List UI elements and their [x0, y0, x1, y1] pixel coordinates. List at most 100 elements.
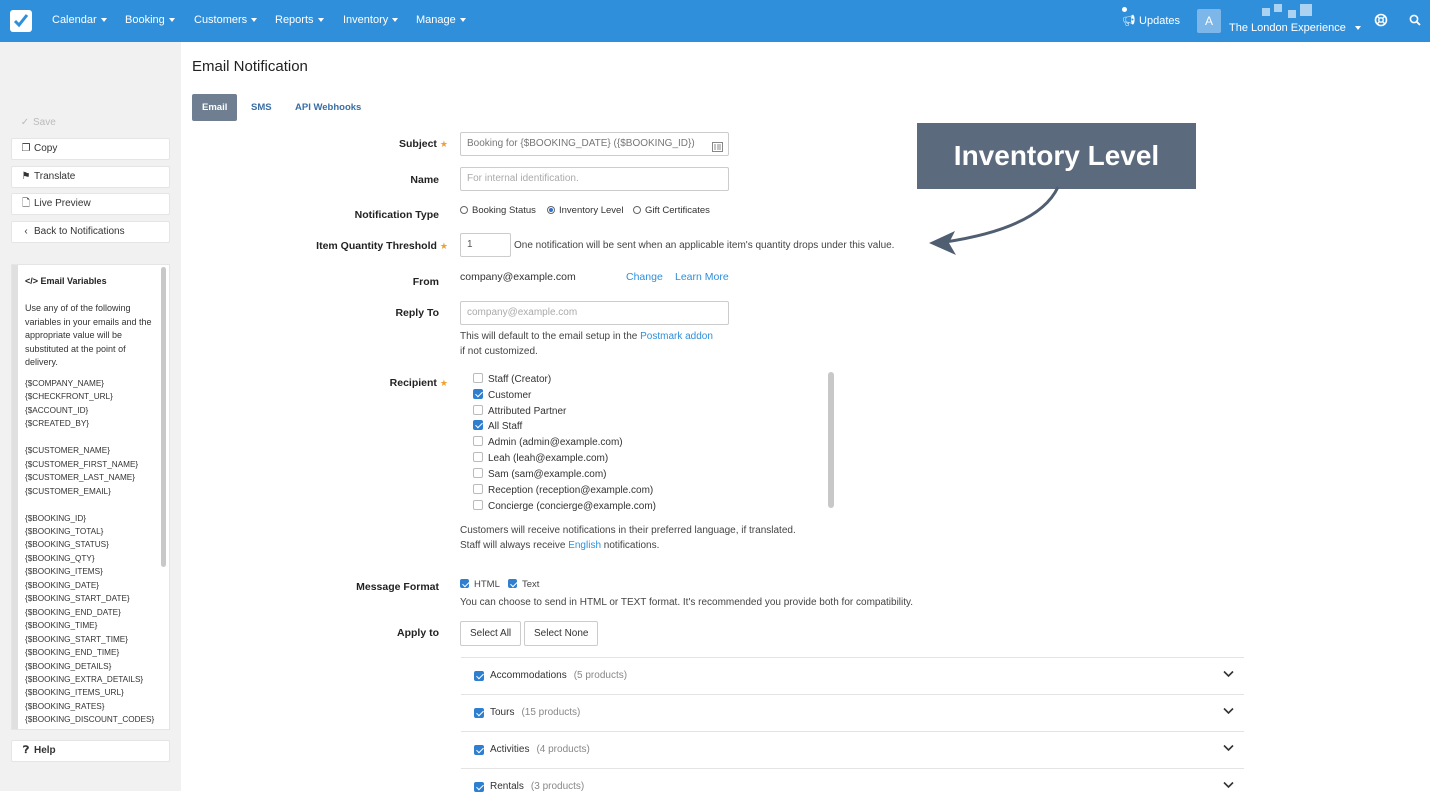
- recipient-staff-creator[interactable]: Staff (Creator): [473, 373, 551, 385]
- nav-reports-label: Reports: [275, 14, 314, 26]
- subject-input[interactable]: Booking for {$BOOKING_DATE} ({$BOOKING_I…: [460, 132, 729, 156]
- checkbox-checked-icon: [460, 579, 469, 588]
- recipient-leah[interactable]: Leah (leah@example.com): [473, 452, 608, 464]
- nav-inventory[interactable]: Inventory: [343, 14, 399, 26]
- required-star-icon: ★: [439, 241, 448, 251]
- chevron-down-icon[interactable]: [1223, 781, 1234, 789]
- learn-more-link[interactable]: Learn More: [675, 271, 729, 283]
- recipient-attributed-partner[interactable]: Attributed Partner: [473, 405, 566, 417]
- translate-button[interactable]: ⚑ Translate: [11, 166, 170, 188]
- radio-selected-icon: [547, 206, 555, 214]
- live-preview-button[interactable]: 🗋︎ Live Preview: [11, 193, 170, 215]
- recipient-sam[interactable]: Sam (sam@example.com): [473, 468, 607, 480]
- chevron-down-icon[interactable]: [1223, 670, 1234, 678]
- format-text-checkbox[interactable]: Text: [508, 579, 539, 590]
- recipient-customer[interactable]: Customer: [473, 389, 531, 401]
- radio-icon: [633, 206, 641, 214]
- from-label: From: [412, 276, 439, 288]
- check-icon: ✓: [20, 117, 30, 128]
- checkfront-logo-icon[interactable]: [10, 10, 32, 32]
- tab-sms[interactable]: SMS: [241, 94, 282, 121]
- code-icon: </>: [25, 276, 39, 286]
- tab-api-webhooks[interactable]: API Webhooks: [285, 94, 371, 121]
- name-input[interactable]: For internal identification.: [460, 167, 729, 191]
- format-html-checkbox[interactable]: HTML: [460, 579, 500, 590]
- notification-type-label: Notification Type: [354, 209, 439, 221]
- category-row-accommodations[interactable]: Accommodations (5 products): [461, 657, 1244, 694]
- email-variables-description: Use any of of the following variables in…: [25, 303, 152, 367]
- search-icon[interactable]: [1409, 14, 1421, 29]
- recipient-label-text: Customer: [488, 390, 532, 401]
- chevron-down-icon[interactable]: [1223, 707, 1234, 715]
- chevron-down-icon: [168, 18, 175, 23]
- back-label: Back to Notifications: [34, 226, 125, 237]
- subject-label-text: Subject: [398, 138, 437, 150]
- account-switcher[interactable]: The London Experience: [1229, 22, 1361, 34]
- help-button[interactable]: ❓︎ Help: [11, 740, 170, 762]
- category-row-rentals[interactable]: Rentals (3 products): [461, 768, 1244, 792]
- language-note-1: Customers will receive notifications in …: [460, 525, 796, 536]
- nav-booking[interactable]: Booking: [125, 14, 175, 26]
- radio-gift-certificates[interactable]: Gift Certificates: [633, 205, 710, 216]
- email-variables-list: {$COMPANY_NAME} {$CHECKFRONT_URL} {$ACCO…: [25, 379, 155, 725]
- copy-button[interactable]: ❐ Copy: [11, 138, 170, 160]
- variables-list-icon[interactable]: [712, 139, 723, 155]
- updates-button[interactable]: 📢︎ Updates: [1122, 7, 1180, 27]
- recipient-label-text: Attributed Partner: [488, 406, 567, 417]
- radio-booking-status-label: Booking Status: [472, 205, 536, 216]
- english-link[interactable]: English: [568, 540, 601, 551]
- checkbox-icon: [473, 405, 483, 415]
- checkbox-icon: [473, 452, 483, 462]
- subject-value: Booking for {$BOOKING_DATE} ({$BOOKING_I…: [467, 138, 695, 149]
- category-name: Tours (15 products): [490, 707, 580, 718]
- back-to-notifications-button[interactable]: ‹ Back to Notifications: [11, 221, 170, 243]
- nav-manage[interactable]: Manage: [416, 14, 466, 26]
- page-title: Email Notification: [192, 58, 308, 75]
- recipient-admin[interactable]: Admin (admin@example.com): [473, 436, 623, 448]
- checkbox-checked-icon[interactable]: [474, 708, 484, 718]
- inventory-level-callout: Inventory Level: [917, 123, 1196, 189]
- select-all-button[interactable]: Select All: [460, 621, 522, 646]
- avatar[interactable]: A: [1197, 9, 1221, 33]
- checkbox-checked-icon[interactable]: [474, 671, 484, 681]
- checkbox-checked-icon[interactable]: [474, 745, 484, 755]
- subject-label: Subject ★: [399, 138, 448, 150]
- category-name: Rentals (3 products): [490, 781, 584, 792]
- nav-reports[interactable]: Reports: [275, 14, 324, 26]
- scrollbar[interactable]: [161, 267, 166, 567]
- nav-customers[interactable]: Customers: [194, 14, 258, 26]
- threshold-label-text: Item Quantity Threshold: [316, 240, 437, 252]
- nav-manage-label: Manage: [416, 14, 456, 26]
- radio-booking-status[interactable]: Booking Status: [460, 205, 536, 216]
- postmark-addon-link[interactable]: Postmark addon: [640, 331, 713, 342]
- email-variables-title-text: Email Variables: [40, 276, 107, 286]
- change-link[interactable]: Change: [626, 271, 663, 283]
- save-button[interactable]: ✓ Save: [11, 113, 170, 135]
- sidebar: ✓ Save ❐ Copy ⚑ Translate 🗋︎ Live Preview ‹ B…: [0, 42, 181, 791]
- threshold-input[interactable]: 1: [460, 233, 511, 257]
- megaphone-icon: 📢︎: [1122, 15, 1136, 27]
- nav-customers-label: Customers: [194, 14, 248, 26]
- recipient-all-staff[interactable]: All Staff: [473, 420, 522, 432]
- support-icon[interactable]: [1374, 13, 1388, 30]
- checkbox-icon: [473, 500, 483, 510]
- category-row-tours[interactable]: Tours (15 products): [461, 694, 1244, 731]
- radio-inventory-level[interactable]: Inventory Level: [547, 205, 623, 216]
- category-name: Activities (4 products): [490, 744, 590, 755]
- checkbox-checked-icon: [473, 389, 483, 399]
- recipient-label-text: Reception (reception@example.com): [488, 485, 654, 496]
- recipient-reception[interactable]: Reception (reception@example.com): [473, 484, 653, 496]
- reply-to-input[interactable]: company@example.com: [460, 301, 729, 325]
- recipient-concierge[interactable]: Concierge (concierge@example.com): [473, 500, 656, 512]
- category-name-text: Rentals: [490, 781, 524, 792]
- recipient-scrollbar[interactable]: [828, 372, 834, 508]
- tab-email[interactable]: Email: [192, 94, 238, 121]
- checkbox-icon: [473, 484, 483, 494]
- message-format-label: Message Format: [356, 581, 439, 593]
- select-none-button[interactable]: Select None: [524, 621, 599, 646]
- nav-calendar[interactable]: Calendar: [52, 14, 107, 26]
- category-row-activities[interactable]: Activities (4 products): [461, 731, 1244, 768]
- from-value: company@example.com: [460, 271, 576, 283]
- chevron-down-icon[interactable]: [1223, 744, 1234, 752]
- language-note-2: Staff will always receive English notifi…: [460, 540, 659, 551]
